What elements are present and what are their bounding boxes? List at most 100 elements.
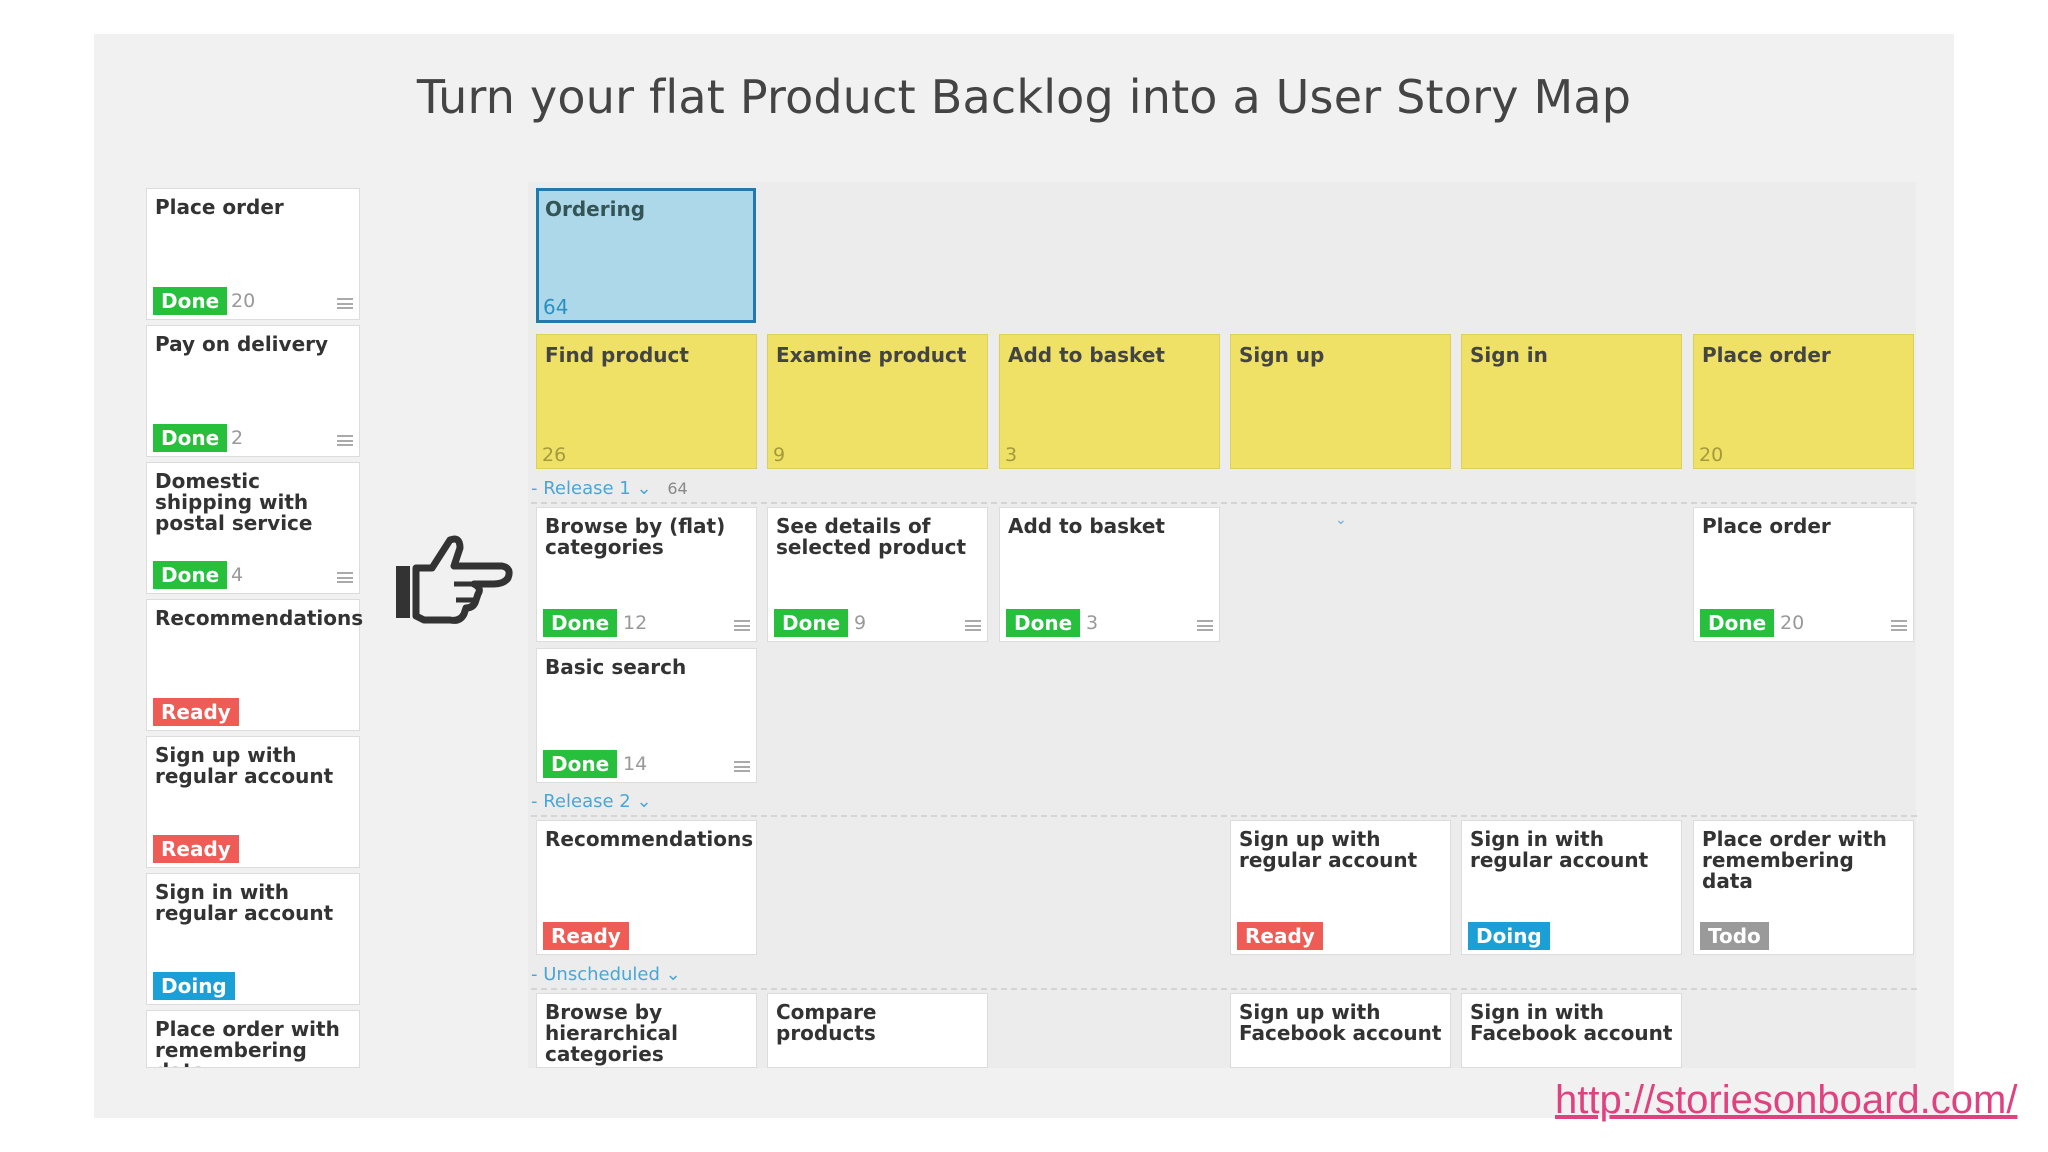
menu-icon[interactable] — [734, 620, 750, 631]
release-divider — [531, 815, 1917, 817]
release-label: Release 1 — [543, 478, 631, 499]
release-count: 64 — [667, 479, 688, 498]
collapse-dash-icon: - — [531, 478, 538, 499]
epic-count: 64 — [543, 295, 569, 319]
menu-icon[interactable] — [337, 298, 353, 309]
card-title: Sign up with regular account — [1239, 827, 1418, 872]
status-badge: Done — [1700, 609, 1775, 637]
status-badge: Ready — [153, 698, 239, 726]
status-badge: Ready — [543, 922, 629, 950]
estimate-count: 9 — [854, 612, 867, 634]
release-divider — [531, 988, 1917, 990]
card-title: Place order — [1702, 514, 1831, 538]
card-title: Sign up with regular account — [155, 743, 334, 788]
backlog-card[interactable]: Place order Done 20 — [146, 188, 360, 320]
story-card[interactable]: See details of selected product Done 9 — [767, 507, 988, 642]
menu-icon[interactable] — [1197, 620, 1213, 631]
card-title: See details of selected product — [776, 514, 967, 559]
epic-card[interactable]: Ordering 64 — [536, 188, 756, 323]
chevron-down-icon: ⌄ — [665, 964, 681, 985]
card-title: Recommendations — [155, 606, 364, 630]
story-card[interactable]: Sign up with regular account Ready — [1230, 820, 1451, 955]
menu-icon[interactable] — [337, 435, 353, 446]
story-card[interactable]: Add to basket Done 3 — [999, 507, 1220, 642]
menu-icon[interactable] — [965, 620, 981, 631]
estimate-count: 20 — [231, 290, 256, 312]
release-label: Unscheduled — [543, 964, 660, 985]
release-divider — [531, 502, 1917, 504]
story-card[interactable]: Place order Done 20 — [1693, 507, 1914, 642]
activity-count: 26 — [542, 444, 567, 466]
story-card[interactable]: Compare products — [767, 993, 988, 1068]
activity-card[interactable]: Sign up — [1230, 334, 1451, 469]
activity-count: 3 — [1005, 444, 1018, 466]
card-title: Pay on delivery — [155, 332, 329, 356]
story-card[interactable]: Browse by hierarchical categories — [536, 993, 757, 1068]
status-badge: Todo — [1700, 922, 1769, 950]
status-badge: Ready — [1237, 922, 1323, 950]
epic-title: Ordering — [545, 197, 646, 221]
backlog-card[interactable]: Sign up with regular account Ready — [146, 736, 360, 868]
status-badge: Done — [543, 750, 618, 778]
status-badge: Done — [774, 609, 849, 637]
backlog-card[interactable]: Recommendations Ready — [146, 599, 364, 731]
activity-card[interactable]: Add to basket 3 — [999, 334, 1220, 469]
activity-count: 9 — [773, 444, 786, 466]
status-badge: Doing — [1468, 922, 1550, 950]
card-title: Place order with remembering data — [1702, 827, 1887, 893]
story-card[interactable]: Sign up with Facebook account — [1230, 993, 1451, 1068]
slide-title: Turn your flat Product Backlog into a Us… — [416, 70, 1632, 124]
backlog-card[interactable]: Domestic shipping with postal service Do… — [146, 462, 360, 594]
unscheduled-header[interactable]: - Unscheduled ⌄ — [531, 964, 681, 985]
backlog-card[interactable]: Sign in with regular account Doing — [146, 873, 360, 1005]
status-badge: Done — [153, 424, 228, 452]
estimate-count: 3 — [1086, 612, 1099, 634]
card-title: Basic search — [545, 655, 687, 679]
card-title: Browse by (flat) categories — [545, 514, 726, 559]
card-title: Browse by hierarchical categories — [545, 1000, 679, 1066]
activity-title: Find product — [545, 343, 689, 367]
status-badge: Done — [543, 609, 618, 637]
activity-title: Sign in — [1470, 343, 1548, 367]
activity-card[interactable]: Place order 20 — [1693, 334, 1914, 469]
menu-icon[interactable] — [337, 572, 353, 583]
story-card[interactable]: Sign in with regular account Doing — [1461, 820, 1682, 955]
story-card[interactable]: Browse by (flat) categories Done 12 — [536, 507, 757, 642]
activity-title: Sign up — [1239, 343, 1325, 367]
card-title: Domestic shipping with postal service — [155, 469, 313, 535]
backlog-card[interactable]: Place order with remembering data — [146, 1010, 360, 1068]
release-2-header[interactable]: - Release 2 ⌄ — [531, 791, 652, 812]
menu-icon[interactable] — [734, 761, 750, 772]
story-card[interactable]: Place order with remembering data Todo — [1693, 820, 1914, 955]
collapse-dash-icon: - — [531, 791, 538, 812]
card-title: Sign up with Facebook account — [1239, 1000, 1442, 1045]
card-title: Sign in with Facebook account — [1470, 1000, 1673, 1045]
story-card[interactable]: Recommendations Ready — [536, 820, 757, 955]
release-label: Release 2 — [543, 791, 631, 812]
estimate-count: 2 — [231, 427, 244, 449]
backlog-card[interactable]: Pay on delivery Done 2 — [146, 325, 360, 457]
estimate-count: 20 — [1780, 612, 1805, 634]
chevron-down-icon[interactable]: ⌄ — [1335, 512, 1347, 528]
story-card[interactable]: Sign in with Facebook account — [1461, 993, 1682, 1068]
card-title: Place order — [155, 195, 284, 219]
activity-card[interactable]: Examine product 9 — [767, 334, 988, 469]
estimate-count: 4 — [231, 564, 244, 586]
status-badge: Ready — [153, 835, 239, 863]
activity-card[interactable]: Find product 26 — [536, 334, 757, 469]
card-title: Place order with remembering data — [155, 1017, 340, 1068]
status-badge: Done — [153, 561, 228, 589]
chevron-down-icon: ⌄ — [636, 478, 652, 499]
chevron-down-icon: ⌄ — [636, 791, 652, 812]
release-1-header[interactable]: - Release 1 ⌄ 64 — [531, 478, 688, 499]
activity-card[interactable]: Sign in — [1461, 334, 1682, 469]
activity-count: 20 — [1699, 444, 1724, 466]
card-title: Compare products — [776, 1000, 877, 1045]
card-title: Sign in with regular account — [155, 880, 334, 925]
story-card[interactable]: Basic search Done 14 — [536, 648, 757, 783]
collapse-dash-icon: - — [531, 964, 538, 985]
card-title: Recommendations — [545, 827, 754, 851]
menu-icon[interactable] — [1891, 620, 1907, 631]
estimate-count: 12 — [623, 612, 648, 634]
website-link[interactable]: http://storiesonboard.com/ — [1555, 1078, 2017, 1123]
